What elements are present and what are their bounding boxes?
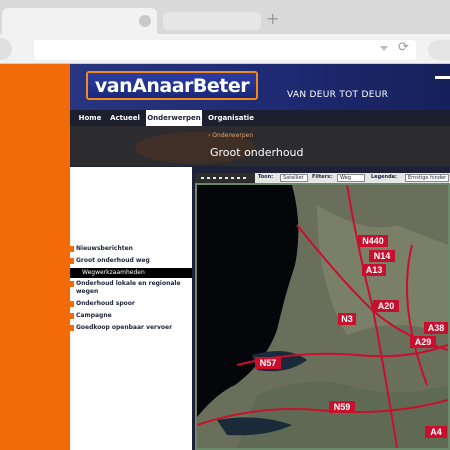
sidebar-item-label: Onderhoud spoor <box>76 300 135 307</box>
active-tab[interactable] <box>2 8 157 34</box>
satellite-map[interactable]: N440 N14 A13 A20 N3 A38 A29 N57 N59 A4 <box>195 183 450 450</box>
sidebar-subitem-label: Wegwerkzaamheden <box>82 269 145 276</box>
page-title: Groot onderhoud <box>210 146 304 159</box>
sidebar-item-label: Nieuwsberichten <box>76 245 133 252</box>
road-label-a29: A29 <box>415 337 432 347</box>
sidebar-subitem-wegwerkzaamheden[interactable]: Wegwerkzaamheden <box>70 268 192 278</box>
nav-organisatie[interactable]: Organisatie <box>206 110 256 126</box>
road-label-a13: A13 <box>366 265 383 275</box>
sidebar-item-label: Groot onderhoud weg <box>76 257 150 264</box>
page: vanAnaarBeter VAN DEUR TOT DEUR Home Act… <box>0 64 450 450</box>
main-nav: Home Actueel Onderwerpen Organisatie <box>70 110 450 126</box>
map-toolbar: Toon: Satelliet Filters: Weg Legenda: Er… <box>195 173 450 183</box>
menu-button[interactable] <box>428 40 450 60</box>
sidebar-item-groot-onderhoud-weg[interactable]: Groot onderhoud weg <box>70 257 192 265</box>
logo-text: vanAnaarBeter <box>94 74 250 97</box>
reload-icon[interactable]: ⟳ <box>398 40 409 55</box>
chevron-down-icon[interactable] <box>380 46 388 51</box>
bullet-icon <box>70 281 74 287</box>
nav-actueel[interactable]: Actueel <box>108 110 142 126</box>
header-accent <box>435 76 450 79</box>
inactive-tab[interactable] <box>163 12 261 30</box>
toon-select[interactable]: Satelliet <box>280 174 308 182</box>
sidebar: Nieuwsberichten Groot onderhoud weg Wegw… <box>70 167 192 450</box>
filters-select[interactable]: Weg <box>337 174 365 182</box>
road-label-n14: N14 <box>374 251 391 261</box>
bullet-icon <box>70 258 74 264</box>
tagline: VAN DEUR TOT DEUR <box>287 90 389 100</box>
sidebar-item-goedkoop-ov[interactable]: Goedkoop openbaar vervoer <box>70 324 192 332</box>
road-label-n59: N59 <box>334 402 351 412</box>
toon-label: Toon: <box>258 174 274 180</box>
road-label-n57: N57 <box>260 358 277 368</box>
sidebar-item-label: Goedkoop openbaar vervoer <box>76 324 173 331</box>
bullet-icon <box>70 301 74 307</box>
legenda-label: Legenda: <box>371 174 398 180</box>
sidebar-item-onderhoud-spoor[interactable]: Onderhoud spoor <box>70 300 192 308</box>
zoom-slider[interactable] <box>195 173 255 183</box>
plus-icon[interactable]: + <box>266 9 279 28</box>
sidebar-item-campagne[interactable]: Campagne <box>70 312 192 320</box>
nav-onderwerpen[interactable]: Onderwerpen <box>146 110 202 126</box>
close-tab-icon[interactable] <box>139 15 151 27</box>
road-label-n440: N440 <box>362 236 384 246</box>
site-container: vanAnaarBeter VAN DEUR TOT DEUR Home Act… <box>70 64 450 450</box>
bullet-icon <box>70 313 74 319</box>
filters-label: Filters: <box>312 174 333 180</box>
nav-home[interactable]: Home <box>74 110 106 126</box>
sidebar-item-nieuwsberichten[interactable]: Nieuwsberichten <box>70 245 192 253</box>
back-button[interactable] <box>0 38 12 60</box>
legenda-select[interactable]: Ernstige hinder <box>405 174 449 182</box>
sidebar-item-label: Onderhoud lokale en regionale wegen <box>76 280 181 295</box>
browser-toolbar: ⟳ <box>0 34 450 64</box>
road-label-a4: A4 <box>430 427 442 437</box>
bullet-icon <box>70 246 74 252</box>
map-canvas[interactable]: N440 N14 A13 A20 N3 A38 A29 N57 N59 A4 <box>197 185 448 448</box>
site-logo[interactable]: vanAnaarBeter <box>86 71 258 100</box>
tab-strip: + <box>0 0 450 34</box>
breadcrumb[interactable]: › Onderwerpen <box>208 132 253 139</box>
bullet-icon <box>70 325 74 331</box>
road-label-a38: A38 <box>428 323 445 333</box>
road-label-n3: N3 <box>341 314 353 324</box>
sidebar-item-label: Campagne <box>76 312 112 319</box>
address-bar[interactable] <box>34 40 416 60</box>
site-header: vanAnaarBeter VAN DEUR TOT DEUR <box>70 64 450 110</box>
sidebar-item-lokale-regionale-wegen[interactable]: Onderhoud lokale en regionale wegen <box>70 280 192 296</box>
road-label-a20: A20 <box>378 301 395 311</box>
